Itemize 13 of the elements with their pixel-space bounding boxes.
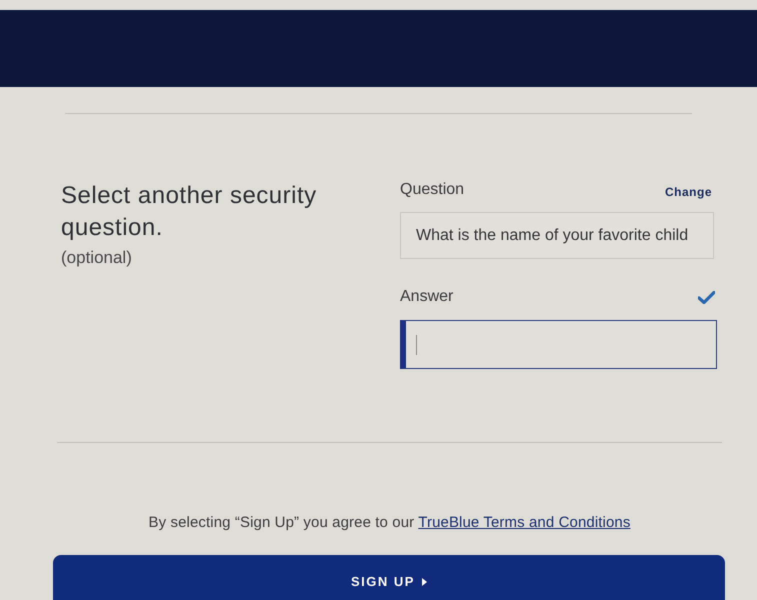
- caret-icon: [422, 578, 427, 586]
- question-label: Question: [400, 180, 464, 200]
- terms-link[interactable]: TrueBlue Terms and Conditions: [418, 514, 630, 531]
- text-cursor-icon: [416, 334, 417, 354]
- answer-field[interactable]: [400, 320, 717, 369]
- question-field[interactable]: What is the name of your favorite child: [400, 212, 714, 259]
- section-title: Select another security question.: [61, 181, 318, 243]
- answer-label: Answer: [400, 287, 454, 307]
- terms-sentence: By selecting “Sign Up” you agree to our TrueBlue Terms and Conditions: [148, 513, 630, 533]
- question-value: What is the name of your favorite child: [416, 226, 688, 246]
- change-link[interactable]: Change: [664, 184, 712, 200]
- optional-note: (optional): [61, 247, 132, 269]
- sign-up-button[interactable]: SIGN UP: [53, 555, 725, 600]
